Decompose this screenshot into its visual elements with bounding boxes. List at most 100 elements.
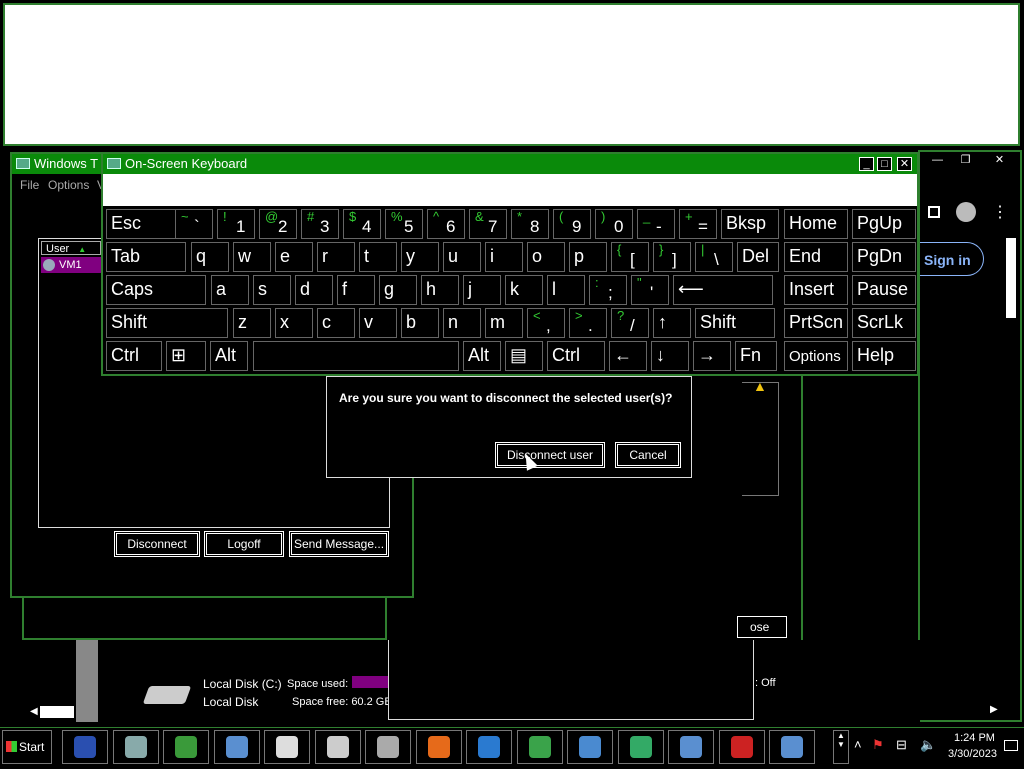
osk-key[interactable]: ^ 6	[427, 209, 465, 239]
taskbar-app-terminal[interactable]	[617, 730, 664, 764]
osk-key[interactable]: ⊞	[166, 341, 206, 371]
maximize-button[interactable]: ❐	[958, 154, 973, 168]
taskbar-app-7z[interactable]	[264, 730, 310, 764]
osk-key[interactable]: n	[443, 308, 481, 338]
taskbar-app-network[interactable]	[668, 730, 714, 764]
osk-key[interactable]: ScrLk	[852, 308, 916, 338]
clock-time[interactable]: 1:24 PM	[954, 732, 995, 744]
osk-key[interactable]: Fn	[735, 341, 777, 371]
column-header-user[interactable]: User ▲	[41, 241, 101, 255]
osk-key[interactable]: $4	[343, 209, 381, 239]
volume-icon[interactable]: 🔈	[920, 738, 936, 752]
close-button-partial[interactable]: ose	[737, 616, 787, 638]
osk-key[interactable]: Esc	[106, 209, 176, 239]
osk-key[interactable]: w	[233, 242, 271, 272]
osk-key[interactable]: p	[569, 242, 607, 272]
osk-key[interactable]: z	[233, 308, 271, 338]
osk-key[interactable]: % 5	[385, 209, 423, 239]
osk-key[interactable]: _ -	[637, 209, 675, 239]
osk-key[interactable]: ! 1	[217, 209, 255, 239]
osk-key[interactable]: Options	[784, 341, 848, 371]
osk-text-area[interactable]	[103, 174, 917, 206]
osk-key[interactable]: Pause	[852, 275, 916, 305]
show-desktop-icon[interactable]	[1004, 740, 1018, 751]
more-menu-icon[interactable]: ⋮	[992, 202, 1008, 222]
osk-key[interactable]: ⟵	[673, 275, 773, 305]
menu-options[interactable]: Options	[48, 178, 89, 192]
osk-key[interactable]: + =	[679, 209, 717, 239]
osk-key[interactable]: {[	[611, 242, 649, 272]
osk-key[interactable]: Ctrl	[547, 341, 605, 371]
logoff-button[interactable]: Logoff	[205, 532, 283, 556]
osk-key[interactable]: ~ `	[175, 209, 213, 239]
osk-key[interactable]: Home	[784, 209, 848, 239]
osk-key[interactable]: Caps	[106, 275, 206, 305]
taskbar-app-infinity[interactable]	[62, 730, 108, 764]
close-button[interactable]: ✕	[992, 154, 1007, 168]
user-row[interactable]: VM1	[41, 257, 101, 273]
menu-file[interactable]: File	[20, 178, 39, 192]
osk-key[interactable]: >.	[569, 308, 607, 338]
osk-key[interactable]: Alt	[463, 341, 501, 371]
taskbar-app-firefox[interactable]	[415, 730, 462, 764]
osk-key[interactable]: r	[317, 242, 355, 272]
taskbar-app-disk[interactable]	[365, 730, 411, 764]
osk-key[interactable]: q	[191, 242, 229, 272]
disconnect-user-button[interactable]: Disconnect user	[496, 443, 604, 467]
osk-key[interactable]: ↓	[651, 341, 689, 371]
scroll-left-arrow[interactable]: ◀	[30, 706, 38, 717]
osk-key[interactable]: x	[275, 308, 313, 338]
osk-key[interactable]: ↑	[653, 308, 691, 338]
osk-key[interactable]: ? /	[611, 308, 649, 338]
osk-key[interactable]: Help	[852, 341, 916, 371]
osk-key[interactable]: Shift	[695, 308, 775, 338]
osk-titlebar[interactable]: On-Screen Keyboard _ □ ✕	[103, 154, 917, 174]
osk-key[interactable]: d	[295, 275, 333, 305]
start-button[interactable]: Start	[2, 730, 52, 764]
osk-key[interactable]: →	[693, 341, 731, 371]
taskbar-app-docs[interactable]	[567, 730, 613, 764]
taskbar-app-monitor[interactable]	[213, 730, 260, 764]
osk-key[interactable]: m	[485, 308, 523, 338]
osk-key[interactable]: y	[401, 242, 439, 272]
disconnect-button[interactable]: Disconnect	[115, 532, 199, 556]
flag-icon[interactable]: ⚑	[872, 738, 886, 752]
taskbar-app-cd[interactable]	[112, 730, 159, 764]
osk-key[interactable]: " '	[631, 275, 669, 305]
osk-key[interactable]: ▤	[505, 341, 543, 371]
sidebar-icon[interactable]	[928, 206, 940, 218]
clock-date[interactable]: 3/30/2023	[948, 748, 997, 760]
osk-key[interactable]: PgUp	[852, 209, 916, 239]
send-message-button[interactable]: Send Message...	[290, 532, 388, 556]
osk-key[interactable]: o	[527, 242, 565, 272]
osk-key[interactable]: Ctrl	[106, 341, 162, 371]
osk-key[interactable]: k	[505, 275, 543, 305]
scrollbar-thumb[interactable]	[40, 706, 74, 718]
osk-key[interactable]: j	[463, 275, 501, 305]
osk-key[interactable]: e	[275, 242, 313, 272]
osk-key[interactable]: l	[547, 275, 585, 305]
osk-key[interactable]: End	[784, 242, 848, 272]
osk-key[interactable]: c	[317, 308, 355, 338]
osk-key[interactable]: }]	[653, 242, 691, 272]
osk-key[interactable]: v	[359, 308, 397, 338]
sign-in-button[interactable]: Sign in	[920, 242, 984, 276]
osk-key[interactable]: #3	[301, 209, 339, 239]
osk-key[interactable]: a	[211, 275, 249, 305]
taskbar-app-chrome[interactable]	[516, 730, 563, 764]
osk-key[interactable]: Del	[737, 242, 779, 272]
osk-close-button[interactable]: ✕	[897, 157, 912, 171]
osk-key[interactable]: g	[379, 275, 417, 305]
taskbar-app-ie[interactable]	[466, 730, 512, 764]
osk-key[interactable]: Alt	[210, 341, 248, 371]
osk-key[interactable]: PrtScn	[784, 308, 848, 338]
osk-key[interactable]: (9	[553, 209, 591, 239]
osk-key[interactable]: s	[253, 275, 291, 305]
minimize-button[interactable]: —	[930, 154, 945, 168]
osk-key[interactable]: & 7	[469, 209, 507, 239]
osk-key[interactable]: u	[443, 242, 481, 272]
osk-key[interactable]: :;	[589, 275, 627, 305]
osk-key[interactable]: i	[485, 242, 523, 272]
cancel-button[interactable]: Cancel	[616, 443, 680, 467]
osk-minimize-button[interactable]: _	[859, 157, 874, 171]
